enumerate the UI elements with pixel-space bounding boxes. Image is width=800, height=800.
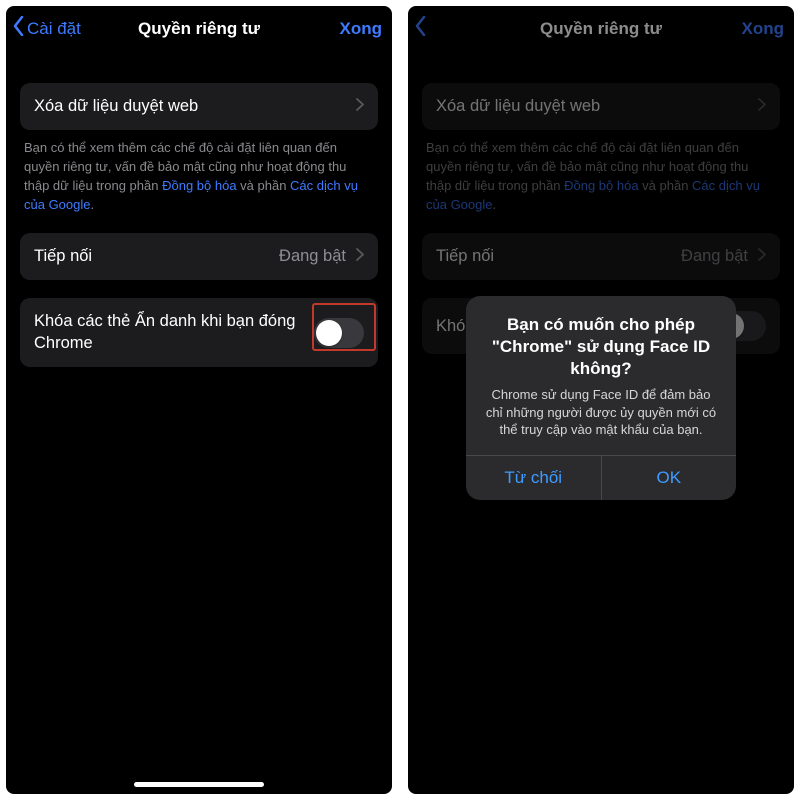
handoff-row[interactable]: Tiếp nối Đang bật: [20, 233, 378, 280]
clear-browsing-data-row[interactable]: Xóa dữ liệu duyệt web: [20, 83, 378, 130]
back-label: Cài đặt: [27, 19, 81, 39]
chevron-right-icon: [356, 248, 364, 266]
row-label: Xóa dữ liệu duyệt web: [34, 96, 346, 117]
lock-incognito-toggle[interactable]: [314, 318, 364, 348]
lock-incognito-row: Khóa các thẻ Ẩn danh khi bạn đóng Chrome: [20, 298, 378, 367]
toggle-knob: [316, 320, 342, 346]
home-indicator: [134, 782, 264, 787]
done-button[interactable]: Xong: [340, 19, 383, 39]
row-label: Khóa các thẻ Ẩn danh khi bạn đóng Chrome: [34, 311, 304, 354]
back-button[interactable]: Cài đặt: [12, 16, 81, 41]
description-text: Bạn có thể xem thêm các chế độ cài đặt l…: [20, 130, 378, 214]
alert-buttons: Từ chối OK: [466, 455, 736, 500]
ok-button[interactable]: OK: [601, 456, 737, 500]
sync-link[interactable]: Đồng bộ hóa: [162, 178, 236, 193]
chevron-right-icon: [356, 98, 364, 116]
chevron-left-icon: [12, 16, 25, 41]
phone-right: Cài đặt Quyền riêng tư Xong Xóa dữ liệu …: [408, 6, 794, 794]
desc-mid: và phần: [237, 178, 291, 193]
row-value: Đang bật: [279, 247, 346, 266]
row-label: Tiếp nối: [34, 246, 269, 267]
alert-message: Chrome sử dụng Face ID để đảm bảo chỉ nh…: [482, 386, 720, 439]
faceid-permission-alert: Bạn có muốn cho phép "Chrome" sử dụng Fa…: [466, 296, 736, 500]
deny-button[interactable]: Từ chối: [466, 456, 601, 500]
alert-body: Bạn có muốn cho phép "Chrome" sử dụng Fa…: [466, 296, 736, 455]
nav-bar: Cài đặt Quyền riêng tư Xong: [6, 6, 392, 55]
alert-title: Bạn có muốn cho phép "Chrome" sử dụng Fa…: [482, 314, 720, 380]
desc-suffix: .: [91, 197, 95, 212]
content: Xóa dữ liệu duyệt web Bạn có thể xem thê…: [6, 55, 392, 367]
phone-left: Cài đặt Quyền riêng tư Xong Xóa dữ liệu …: [6, 6, 392, 794]
